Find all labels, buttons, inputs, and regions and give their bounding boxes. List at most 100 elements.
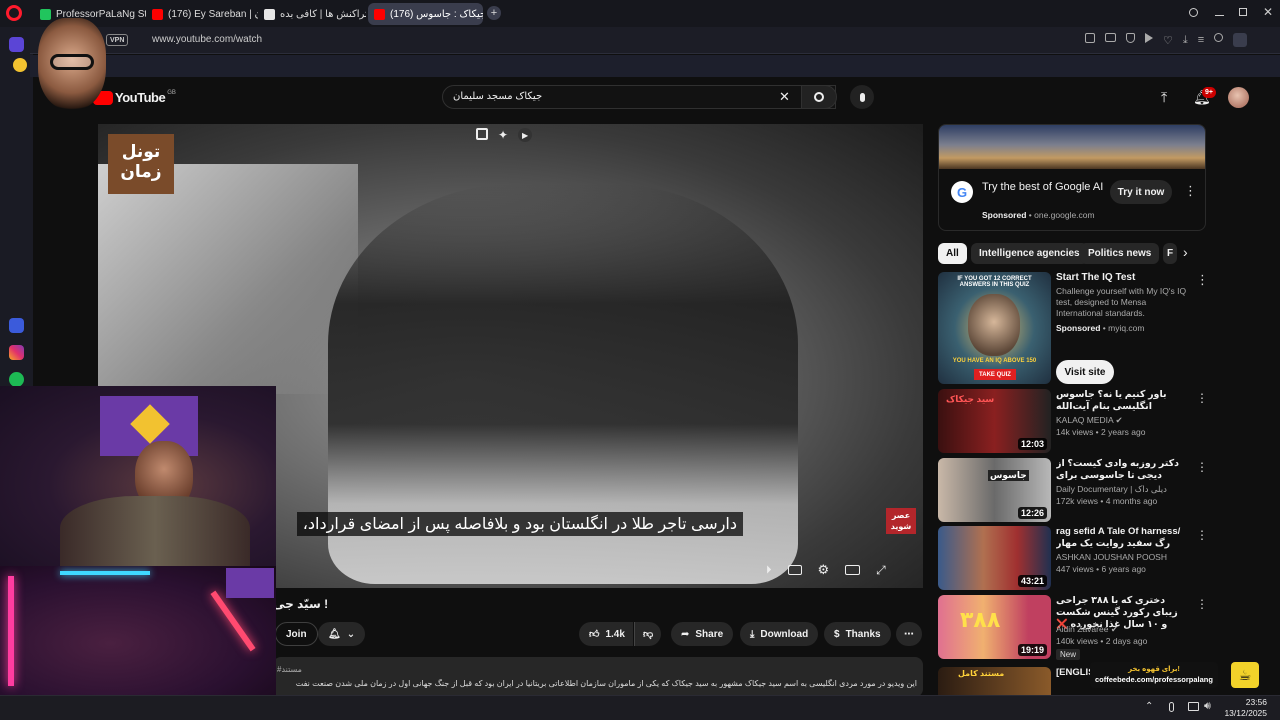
channel-name: ASHKAN JOUSHAN POOSH — [1056, 552, 1167, 562]
share-button[interactable]: ➦ Share — [671, 622, 734, 646]
avatar[interactable] — [1228, 87, 1249, 108]
subscribe-bell-button[interactable]: 🔔︎ ⌄ — [318, 622, 366, 646]
chip-all[interactable]: All — [938, 243, 967, 264]
maximize-button[interactable] — [1239, 8, 1247, 16]
ad-domain: one.google.com — [1034, 210, 1095, 220]
play-icon[interactable] — [1145, 33, 1153, 43]
ad-cta-button[interactable]: Try it now — [1110, 180, 1172, 204]
new-tab-button[interactable]: + — [487, 6, 501, 20]
list-item[interactable]: سید جیکاک 12:03 باور کنیم یا نه؟ جاسوس ا… — [938, 389, 1208, 455]
ad-more-icon[interactable]: ⋮ — [1184, 183, 1197, 199]
description-box[interactable] — [273, 657, 923, 695]
list-item[interactable]: ۳۸۸ 19:19 دختری که با ۳۸۸ جراحی زیبای رک… — [938, 595, 1208, 665]
more-actions-button[interactable]: ⋯ — [896, 622, 922, 646]
settings-gear-icon[interactable]: ⚙ — [818, 562, 830, 578]
voice-search-button[interactable] — [850, 85, 874, 109]
bulb-icon — [13, 58, 27, 72]
list-item[interactable]: 43:21 rag sefid A Tale Of harness/رگ سفی… — [938, 526, 1208, 592]
download-button[interactable]: ⤓ Download — [740, 622, 819, 646]
opera-logo-icon[interactable] — [6, 5, 22, 21]
dislike-button[interactable]: 👎︎ — [634, 622, 662, 646]
streamer-avatar-overlay — [38, 18, 106, 110]
more-icon[interactable]: ⋮ — [1196, 391, 1208, 405]
playlist-icon[interactable] — [476, 128, 488, 140]
ai-sparkle-icon[interactable]: ✦ — [498, 128, 508, 142]
autoplay-toggle-icon[interactable]: ⏵ — [766, 564, 772, 577]
url-field[interactable]: www.youtube.com/watch — [152, 34, 262, 45]
chevron-up-icon[interactable]: ⌃ — [1145, 701, 1153, 712]
chip-intelligence-agencies[interactable]: Intelligence agencies — [971, 243, 1088, 264]
tab-active-video[interactable]: (176) سید جیکاک : جاسوس... — [368, 3, 483, 25]
upload-icon[interactable]: ⤒ — [1161, 89, 1167, 106]
like-button[interactable]: 👍︎ 1.4k — [579, 622, 633, 646]
tab-coffee[interactable]: تراکنش ها | کافی بده — [258, 3, 366, 25]
bell-icon: 🔔︎ — [328, 628, 341, 640]
spotify-icon[interactable] — [9, 372, 24, 387]
video-light-area — [98, 164, 358, 394]
join-button[interactable]: Join — [275, 622, 318, 646]
video-meta: 140k views • 2 days ago — [1056, 636, 1148, 646]
mic-icon[interactable] — [1169, 702, 1174, 712]
tab-sareban[interactable]: (176) Ey Sareban | ساربان — [146, 3, 258, 25]
video-thumbnail: مستند کامل — [938, 667, 1051, 695]
more-icon: ⋯ — [904, 628, 914, 640]
sponsored-video[interactable]: IF YOU GOT 12 CORRECT ANSWERS IN THIS QU… — [938, 272, 1209, 384]
fullscreen-icon[interactable]: ⤢ — [876, 563, 886, 578]
chevron-down-icon: ⌄ — [346, 628, 356, 640]
workspace-icon[interactable] — [9, 37, 24, 52]
vpn-badge[interactable]: VPN — [106, 34, 129, 46]
search-button[interactable] — [801, 85, 837, 109]
profile-icon[interactable] — [1214, 33, 1224, 42]
share-label: Share — [695, 628, 724, 640]
cast-icon[interactable]: ▶ — [518, 128, 533, 142]
display-icon[interactable] — [1188, 702, 1199, 711]
new-badge: New — [1056, 649, 1081, 660]
thumb-text-bottom: YOU HAVE AN IQ ABOVE 150 — [952, 358, 1037, 364]
minimize-button[interactable] — [1215, 15, 1224, 16]
download-icon: ⤓ — [750, 628, 755, 640]
more-icon[interactable]: ⋮ — [1196, 460, 1208, 474]
channel-label: KALAQ MEDIA — [1056, 415, 1114, 425]
sponsored-label: Sponsored — [1056, 323, 1101, 333]
instagram-icon[interactable] — [9, 345, 24, 360]
clock-time[interactable]: 23:56 — [1225, 697, 1267, 707]
description-hashtag[interactable]: #مستند — [277, 665, 302, 674]
theater-mode-icon[interactable] — [845, 565, 861, 575]
edit-icon[interactable] — [1085, 33, 1095, 43]
chips-next-icon[interactable]: › — [1183, 244, 1188, 260]
heart-icon[interactable]: ♡ — [1163, 33, 1173, 47]
visit-site-button[interactable]: Visit site — [1056, 360, 1114, 384]
glasses-icon — [50, 54, 94, 70]
chip-politics-news[interactable]: Politics news — [1080, 243, 1160, 264]
more-icon[interactable]: ⋮ — [1196, 597, 1208, 611]
search-input[interactable]: جیکاک مسجد سلیمان — [453, 91, 542, 102]
like-count: 1.4k — [605, 628, 625, 640]
aria-icon[interactable] — [9, 318, 24, 333]
more-icon[interactable]: ⋮ — [1196, 528, 1208, 542]
volume-icon[interactable]: 🔊︎ — [1204, 700, 1211, 713]
clock-date[interactable]: 13/12/2025 — [1221, 708, 1267, 718]
menu-icon[interactable]: ≡ — [1198, 33, 1204, 47]
video-thumbnail: 43:21 — [938, 526, 1051, 590]
download-icon[interactable]: ⤓ — [1183, 33, 1188, 47]
youtube-favicon-icon — [374, 8, 385, 20]
captions-icon[interactable] — [787, 565, 802, 575]
tab-label: (176) Ey Sareban | ساربان — [168, 8, 258, 20]
sponsored-description: Challenge yourself with My IQ's IQ test,… — [1056, 286, 1187, 318]
camera-icon[interactable] — [1105, 33, 1116, 42]
search-tabs-icon[interactable] — [1189, 8, 1198, 17]
close-window-button[interactable]: ✕ — [1262, 5, 1274, 19]
thanks-label: Thanks — [845, 628, 881, 640]
chip-more[interactable]: F — [1163, 243, 1177, 264]
verified-icon: ✔︎ — [1110, 624, 1118, 634]
extensions-icon[interactable] — [1233, 33, 1248, 47]
ad-banner[interactable]: G Try the best of Google AI Sponsored • … — [938, 124, 1206, 231]
thanks-button[interactable]: $ Thanks — [824, 622, 891, 646]
thumb-face — [968, 294, 1020, 356]
sponsored-more-icon[interactable]: ⋮ — [1196, 272, 1209, 288]
list-item[interactable]: جاسوس 12:26 دکتر روزبه وادی کیست؟ از دیج… — [938, 458, 1208, 524]
shield-icon[interactable] — [1126, 33, 1135, 43]
youtube-logo[interactable]: YouTube GB — [93, 90, 176, 105]
clear-search-icon[interactable]: ✕ — [779, 89, 790, 105]
share-icon: ➦ — [681, 628, 690, 640]
